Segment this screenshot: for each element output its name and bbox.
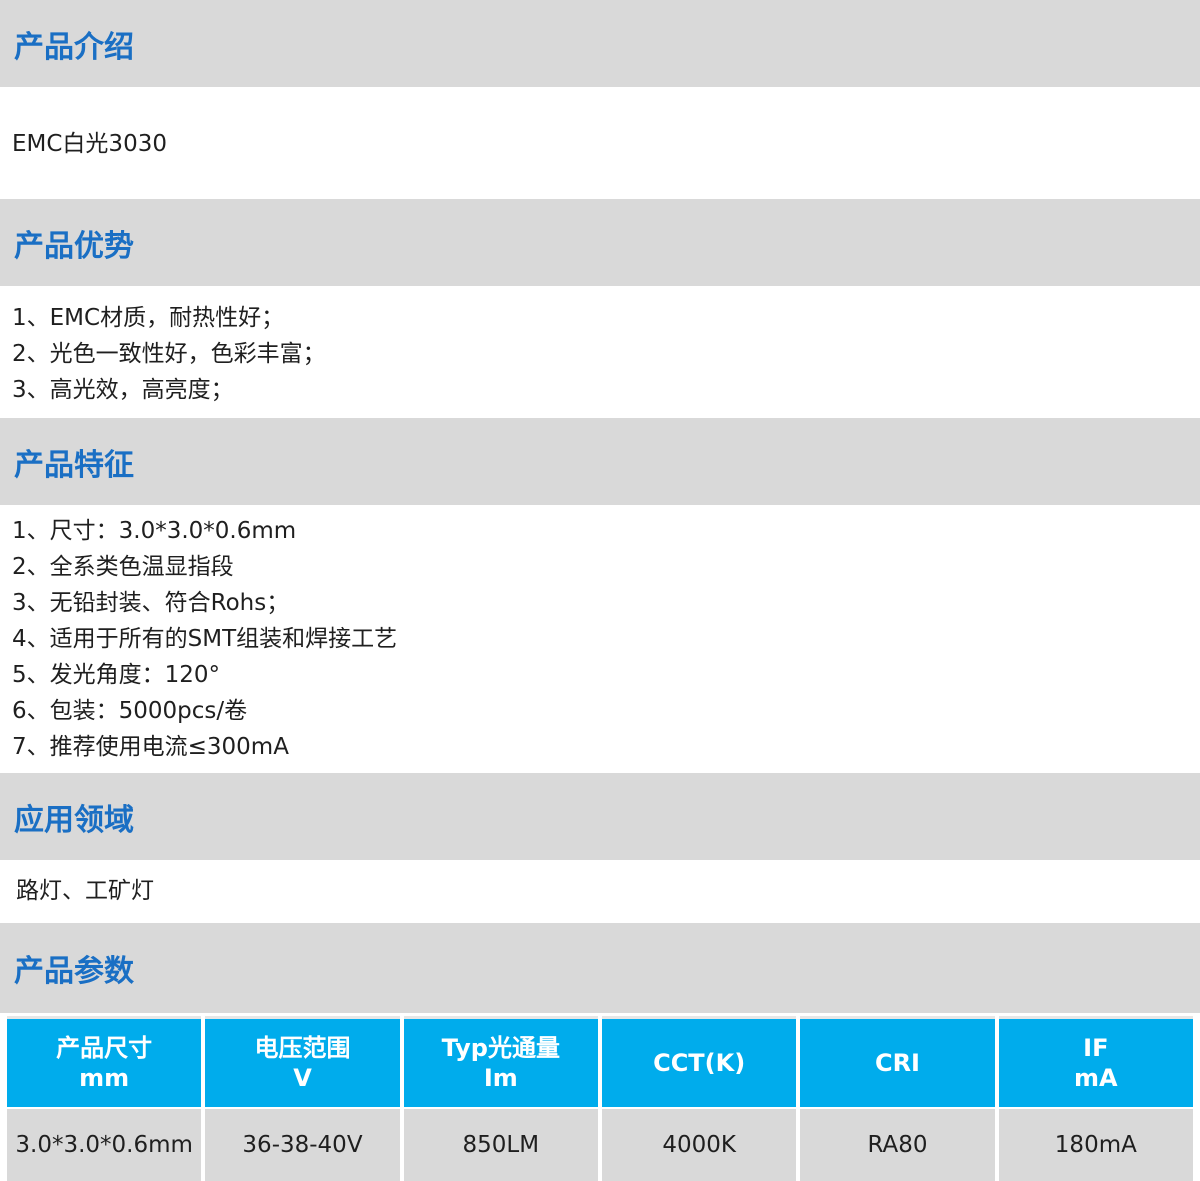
section-title: 产品特征 (14, 447, 134, 483)
list-item: 5、发光角度：120° (12, 662, 221, 688)
list-item: 6、包装：5000pcs/卷 (12, 698, 248, 724)
section-header-applications: 应用领域 (0, 773, 1200, 860)
intro-text: EMC白光3030 (12, 131, 167, 157)
column-header-voltage: 电压范围 V (205, 1016, 400, 1107)
table-cell-current: 180mA (998, 1107, 1193, 1181)
column-header-cri: CRI (800, 1016, 995, 1107)
table-row: 3.0*3.0*0.6mm 36-38-40V 850LM 4000K RA80… (7, 1107, 1193, 1181)
table-cell-size: 3.0*3.0*0.6mm (7, 1107, 202, 1181)
section-header-features: 产品特征 (0, 418, 1200, 505)
list-item: 4、适用于所有的SMT组装和焊接工艺 (12, 626, 398, 652)
advantages-list: 1、EMC材质，耐热性好； 2、光色一致性好，色彩丰富； 3、高光效，高亮度； (12, 300, 326, 408)
list-item: 2、全系类色温显指段 (12, 554, 234, 580)
column-header-size: 产品尺寸 mm (7, 1016, 202, 1107)
section-header-parameters: 产品参数 (0, 923, 1200, 1013)
list-item: 1、尺寸：3.0*3.0*0.6mm (12, 518, 297, 544)
section-title: 产品介绍 (14, 29, 134, 65)
list-item: 1、EMC材质，耐热性好； (12, 305, 285, 331)
parameters-table: 产品尺寸 mm 电压范围 V Typ光通量 Im CCT(K) CRI IF m… (3, 1016, 1197, 1181)
column-header-flux: Typ光通量 Im (403, 1016, 598, 1107)
list-item: 3、无铅封装、符合Rohs； (12, 590, 290, 616)
section-title: 产品优势 (14, 228, 134, 264)
table-cell-voltage: 36-38-40V (205, 1107, 400, 1181)
list-item: 3、高光效，高亮度； (12, 377, 234, 403)
section-title: 应用领域 (14, 802, 134, 838)
table-cell-flux: 850LM (403, 1107, 598, 1181)
table-cell-cct: 4000K (601, 1107, 797, 1181)
section-header-intro: 产品介绍 (0, 0, 1200, 87)
column-header-cct: CCT(K) (601, 1016, 797, 1107)
section-title: 产品参数 (14, 954, 134, 989)
features-list: 1、尺寸：3.0*3.0*0.6mm 2、全系类色温显指段 3、无铅封装、符合R… (12, 513, 397, 765)
column-header-current: IF mA (998, 1016, 1193, 1107)
section-header-advantages: 产品优势 (0, 199, 1200, 286)
list-item: 2、光色一致性好，色彩丰富； (12, 341, 326, 367)
applications-text: 路灯、工矿灯 (16, 878, 154, 904)
list-item: 7、推荐使用电流≤300mA (12, 734, 289, 760)
table-cell-cri: RA80 (800, 1107, 995, 1181)
table-header-row: 产品尺寸 mm 电压范围 V Typ光通量 Im CCT(K) CRI IF m… (7, 1016, 1193, 1107)
